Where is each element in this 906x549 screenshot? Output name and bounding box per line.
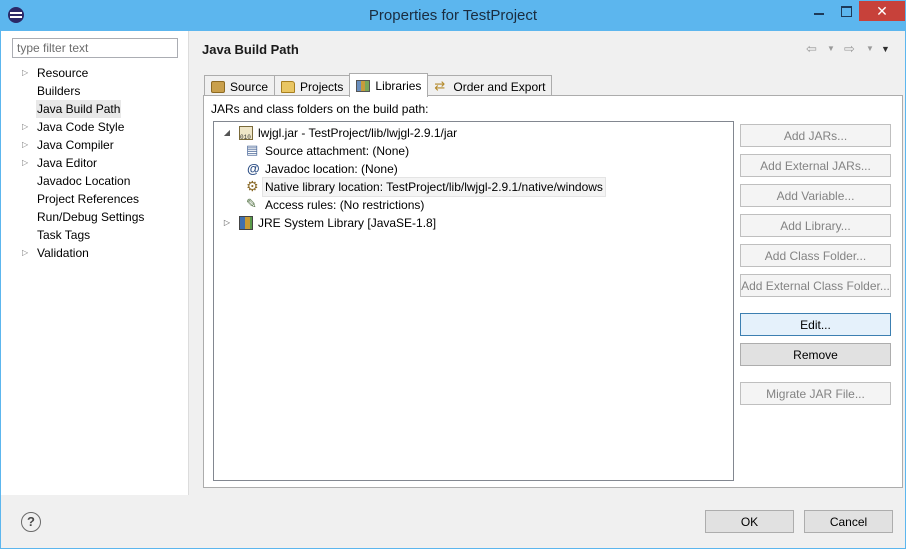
dialog-body: ▷Resource Builders Java Build Path ▷Java… [1, 31, 905, 548]
tree-item-label: Access rules: (No restrictions) [265, 198, 425, 212]
properties-nav-pane: ▷ Resource Builders Java Build Path ▷ Java… [1, 31, 189, 495]
view-menu-icon[interactable]: ▼ [881, 41, 890, 57]
tab-label: Order and Export [453, 79, 546, 94]
nav-item-label: Java Compiler [37, 138, 114, 152]
tree-item-label: JRE System Library [JavaSE-1.8] [258, 216, 437, 230]
add-jars-button[interactable]: Add JARs... [740, 124, 891, 147]
help-icon[interactable]: ? [21, 512, 41, 532]
tab-label: Libraries [375, 78, 422, 93]
add-library-button[interactable]: Add Library... [740, 214, 891, 237]
expand-icon[interactable]: ▷ [22, 136, 32, 154]
tree-item-javadoc-location[interactable]: Javadoc location: (None) [240, 160, 398, 178]
tab-libraries[interactable]: Libraries [349, 73, 429, 97]
nav-item-label: Java Build Path [36, 100, 122, 118]
expand-icon[interactable]: ▷ [22, 244, 32, 262]
tree-item-native-library-location[interactable]: Native library location: TestProject/lib… [240, 177, 606, 197]
title-bar[interactable]: Properties for TestProject ✕ [0, 0, 906, 31]
nav-item-java-code-style[interactable]: ▷ Java Code Style [1, 118, 188, 136]
source-folder-icon [211, 80, 225, 93]
tab-label: Projects [300, 79, 344, 94]
tree-item-lwjgl-jar[interactable]: ◢ lwjgl.jar - TestProject/lib/lwjgl-2.9.… [221, 124, 458, 147]
remove-button[interactable]: Remove [740, 343, 891, 366]
nav-item-run-debug-settings[interactable]: Run/Debug Settings [1, 208, 188, 226]
add-external-jars-button[interactable]: Add External JARs... [740, 154, 891, 177]
build-path-tabs: Source Projects Libraries Order and Expo… [204, 73, 553, 97]
nav-item-label: Resource [37, 66, 89, 80]
expand-icon[interactable]: ▷ [22, 154, 32, 172]
nav-item-label: Run/Debug Settings [37, 210, 145, 224]
nav-item-java-compiler[interactable]: ▷ Java Compiler [1, 136, 188, 154]
cancel-button[interactable]: Cancel [804, 510, 893, 533]
window-title: Properties for TestProject [368, 7, 538, 24]
page-title: Java Build Path [202, 42, 299, 57]
javadoc-icon [246, 160, 260, 178]
nav-item-java-build-path[interactable]: Java Build Path [1, 100, 188, 118]
nav-item-builders[interactable]: Builders [1, 82, 188, 100]
filter-input[interactable] [12, 38, 178, 58]
nav-item-label: Builders [37, 84, 81, 98]
nav-item-java-editor[interactable]: ▷ Java Editor [1, 154, 188, 172]
nav-item-project-references[interactable]: Project References [1, 190, 188, 208]
source-attachment-icon [246, 141, 260, 159]
nav-item-resource[interactable]: ▷ Resource [1, 64, 188, 82]
jre-library-icon [239, 216, 253, 230]
forward-arrow-icon[interactable]: ⇨ [844, 41, 855, 57]
maximize-button[interactable] [833, 1, 859, 21]
tab-projects[interactable]: Projects [274, 75, 351, 97]
project-folder-icon [281, 80, 296, 93]
edit-button[interactable]: Edit... [740, 313, 891, 336]
tab-source[interactable]: Source [204, 75, 276, 97]
migrate-jar-button[interactable]: Migrate JAR File... [740, 382, 891, 405]
close-icon: ✕ [876, 2, 888, 19]
build-path-tree[interactable]: ◢ lwjgl.jar - TestProject/lib/lwjgl-2.9.… [213, 121, 734, 481]
nav-item-label: Validation [37, 246, 89, 260]
tree-item-label: Source attachment: (None) [265, 144, 410, 158]
native-library-icon [246, 177, 260, 195]
properties-nav-tree: ▷ Resource Builders Java Build Path ▷ Java… [1, 64, 188, 262]
tab-order-and-export[interactable]: Order and Export [427, 75, 553, 97]
collapse-icon[interactable]: ◢ [221, 124, 233, 142]
properties-dialog: Properties for TestProject ✕ ▷ Resource B… [0, 0, 906, 549]
forward-history-dropdown-icon[interactable]: ▼ [866, 41, 874, 57]
add-external-class-folder-button[interactable]: Add External Class Folder... [740, 274, 891, 297]
tree-item-label: Native library location: TestProject/lib… [262, 177, 606, 197]
nav-item-validation[interactable]: ▷ Validation [1, 244, 188, 262]
close-button[interactable]: ✕ [859, 1, 905, 21]
nav-item-label: Project References [37, 192, 140, 206]
libraries-icon [356, 79, 371, 92]
nav-item-label: Task Tags [37, 228, 91, 242]
tree-item-label: Javadoc location: (None) [265, 162, 398, 176]
access-rules-icon [246, 195, 260, 213]
nav-item-javadoc-location[interactable]: Javadoc Location [1, 172, 188, 190]
nav-item-task-tags[interactable]: Task Tags [1, 226, 188, 244]
tree-item-jre-system-library[interactable]: ▷ JRE System Library [JavaSE-1.8] [221, 214, 436, 232]
expand-icon[interactable]: ▷ [221, 214, 233, 232]
tree-item-label: lwjgl.jar - TestProject/lib/lwjgl-2.9.1/… [258, 126, 458, 140]
back-arrow-icon[interactable]: ⇦ [806, 41, 817, 57]
libraries-heading: JARs and class folders on the build path… [211, 102, 429, 116]
add-variable-button[interactable]: Add Variable... [740, 184, 891, 207]
expand-icon[interactable]: ▷ [22, 118, 32, 136]
tree-item-access-rules[interactable]: Access rules: (No restrictions) [240, 195, 425, 214]
back-history-dropdown-icon[interactable]: ▼ [827, 41, 835, 57]
minimize-button[interactable] [806, 1, 832, 21]
nav-item-label: Java Code Style [37, 120, 125, 134]
jar-icon [239, 126, 253, 147]
ok-button[interactable]: OK [705, 510, 794, 533]
tree-item-source-attachment[interactable]: Source attachment: (None) [240, 141, 410, 160]
expand-icon[interactable]: ▷ [22, 64, 32, 82]
nav-item-label: Javadoc Location [37, 174, 131, 188]
nav-item-label: Java Editor [37, 156, 98, 170]
order-export-icon [434, 78, 448, 94]
libraries-panel: JARs and class folders on the build path… [203, 95, 903, 488]
add-class-folder-button[interactable]: Add Class Folder... [740, 244, 891, 267]
tab-label: Source [230, 79, 269, 94]
